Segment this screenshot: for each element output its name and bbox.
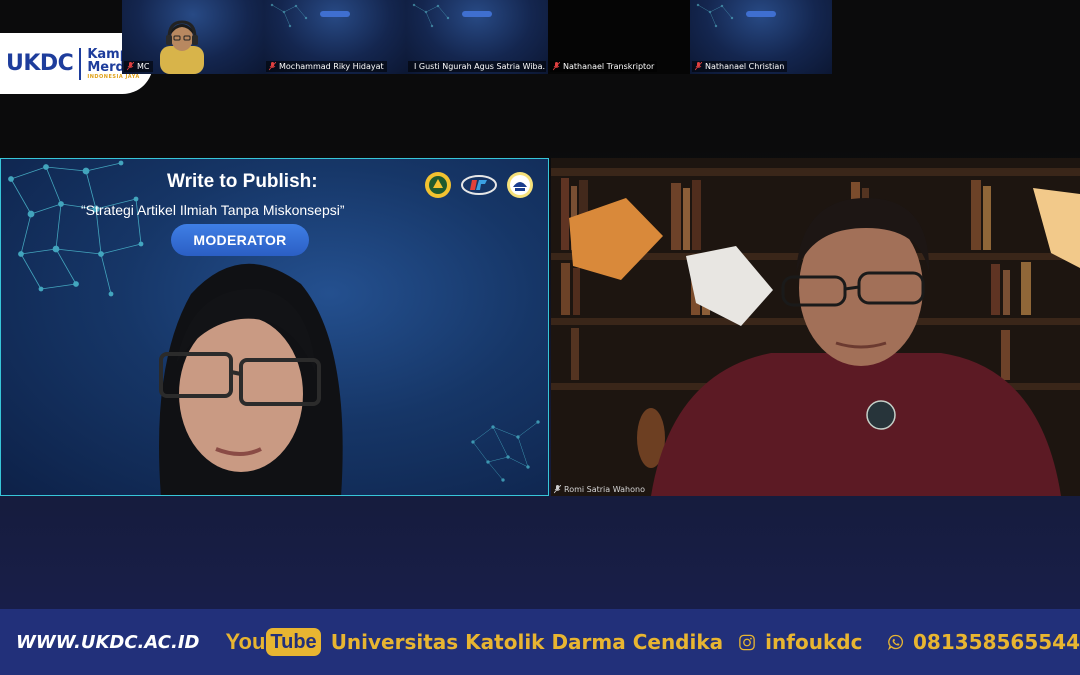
- youtube-icon: You Tube: [225, 628, 321, 656]
- network-pattern-graphic: [471, 420, 540, 482]
- institution-logos: [424, 171, 534, 199]
- participant-name: Nathanael Transkriptor: [563, 62, 655, 71]
- participant-tile[interactable]: I Gusti Ngurah Agus Satria Wiba...: [406, 0, 548, 74]
- youtube-you-text: You: [225, 629, 266, 654]
- participant-name: I Gusti Ngurah Agus Satria Wiba...: [414, 62, 546, 71]
- mic-icon: [554, 485, 561, 494]
- participant-tile[interactable]: Nathanael Transkriptor: [548, 0, 690, 74]
- logo-ukdc-text: UKDC: [6, 51, 74, 76]
- participant-name: MC: [137, 62, 150, 71]
- network-pattern-graphic: [696, 3, 734, 28]
- moderator-person: [159, 263, 343, 495]
- participant-strip: MC Mochammad Riky Hidayat I Gusti Ngurah: [122, 0, 974, 74]
- website-url: WWW.UKDC.AC.ID: [16, 631, 200, 653]
- speaker-name: Romi Satria Wahono: [564, 485, 645, 494]
- slide-subtitle: “Strategi Artikel Ilmiah Tanpa Miskonsep…: [81, 202, 345, 218]
- mini-slide-badge: [320, 11, 350, 17]
- participant-name: Mochammad Riky Hidayat: [279, 62, 384, 71]
- whatsapp-number: 081358565544: [913, 630, 1080, 654]
- slide-title: Write to Publish:: [167, 171, 318, 192]
- mini-slide-badge: [462, 11, 492, 17]
- speaker-person: [651, 198, 1061, 496]
- whatsapp-icon: [888, 634, 904, 651]
- association-logo: [507, 172, 533, 198]
- mic-muted-icon: [269, 62, 276, 71]
- mic-muted-icon: [127, 62, 134, 71]
- mic-muted-icon: [695, 62, 702, 71]
- partner-logo: [461, 175, 497, 195]
- logo-divider: [79, 47, 82, 80]
- mic-muted-icon: [553, 62, 560, 71]
- participant-tile[interactable]: Mochammad Riky Hidayat: [264, 0, 406, 74]
- speaker-name-tag: Romi Satria Wahono: [554, 485, 645, 494]
- instagram-handle: infoukdc: [765, 630, 863, 654]
- participant-name-tag: Nathanael Christian: [692, 61, 788, 72]
- participant-tile[interactable]: Nathanael Christian: [690, 0, 832, 74]
- university-name: Universitas Katolik Darma Cendika: [330, 630, 724, 654]
- speaker-video-pane[interactable]: Romi Satria Wahono: [551, 158, 1080, 496]
- participant-name: Nathanael Christian: [705, 62, 785, 71]
- network-pattern-graphic: [412, 3, 450, 28]
- footer-banner: WWW.UKDC.AC.ID You Tube Universitas Kato…: [0, 609, 1080, 675]
- participant-name-tag: I Gusti Ngurah Agus Satria Wiba...: [408, 61, 546, 72]
- logo-line-3: INDONESIA JAYA: [87, 73, 140, 80]
- participant-name-tag: MC: [124, 61, 153, 72]
- participant-name-tag: Mochammad Riky Hidayat: [266, 61, 387, 72]
- instagram-icon: [739, 634, 755, 650]
- participant-video-person: [160, 20, 204, 74]
- network-pattern-graphic: [270, 3, 308, 28]
- participant-name-tag: Nathanael Transkriptor: [550, 61, 658, 72]
- moderator-video-pane[interactable]: Write to Publish: “Strategi Artikel Ilmi…: [0, 158, 549, 496]
- participant-tile-mc[interactable]: MC: [122, 0, 264, 74]
- youtube-tube-text: Tube: [266, 628, 321, 656]
- mini-slide-badge: [746, 11, 776, 17]
- university-seal-logo: [425, 172, 451, 198]
